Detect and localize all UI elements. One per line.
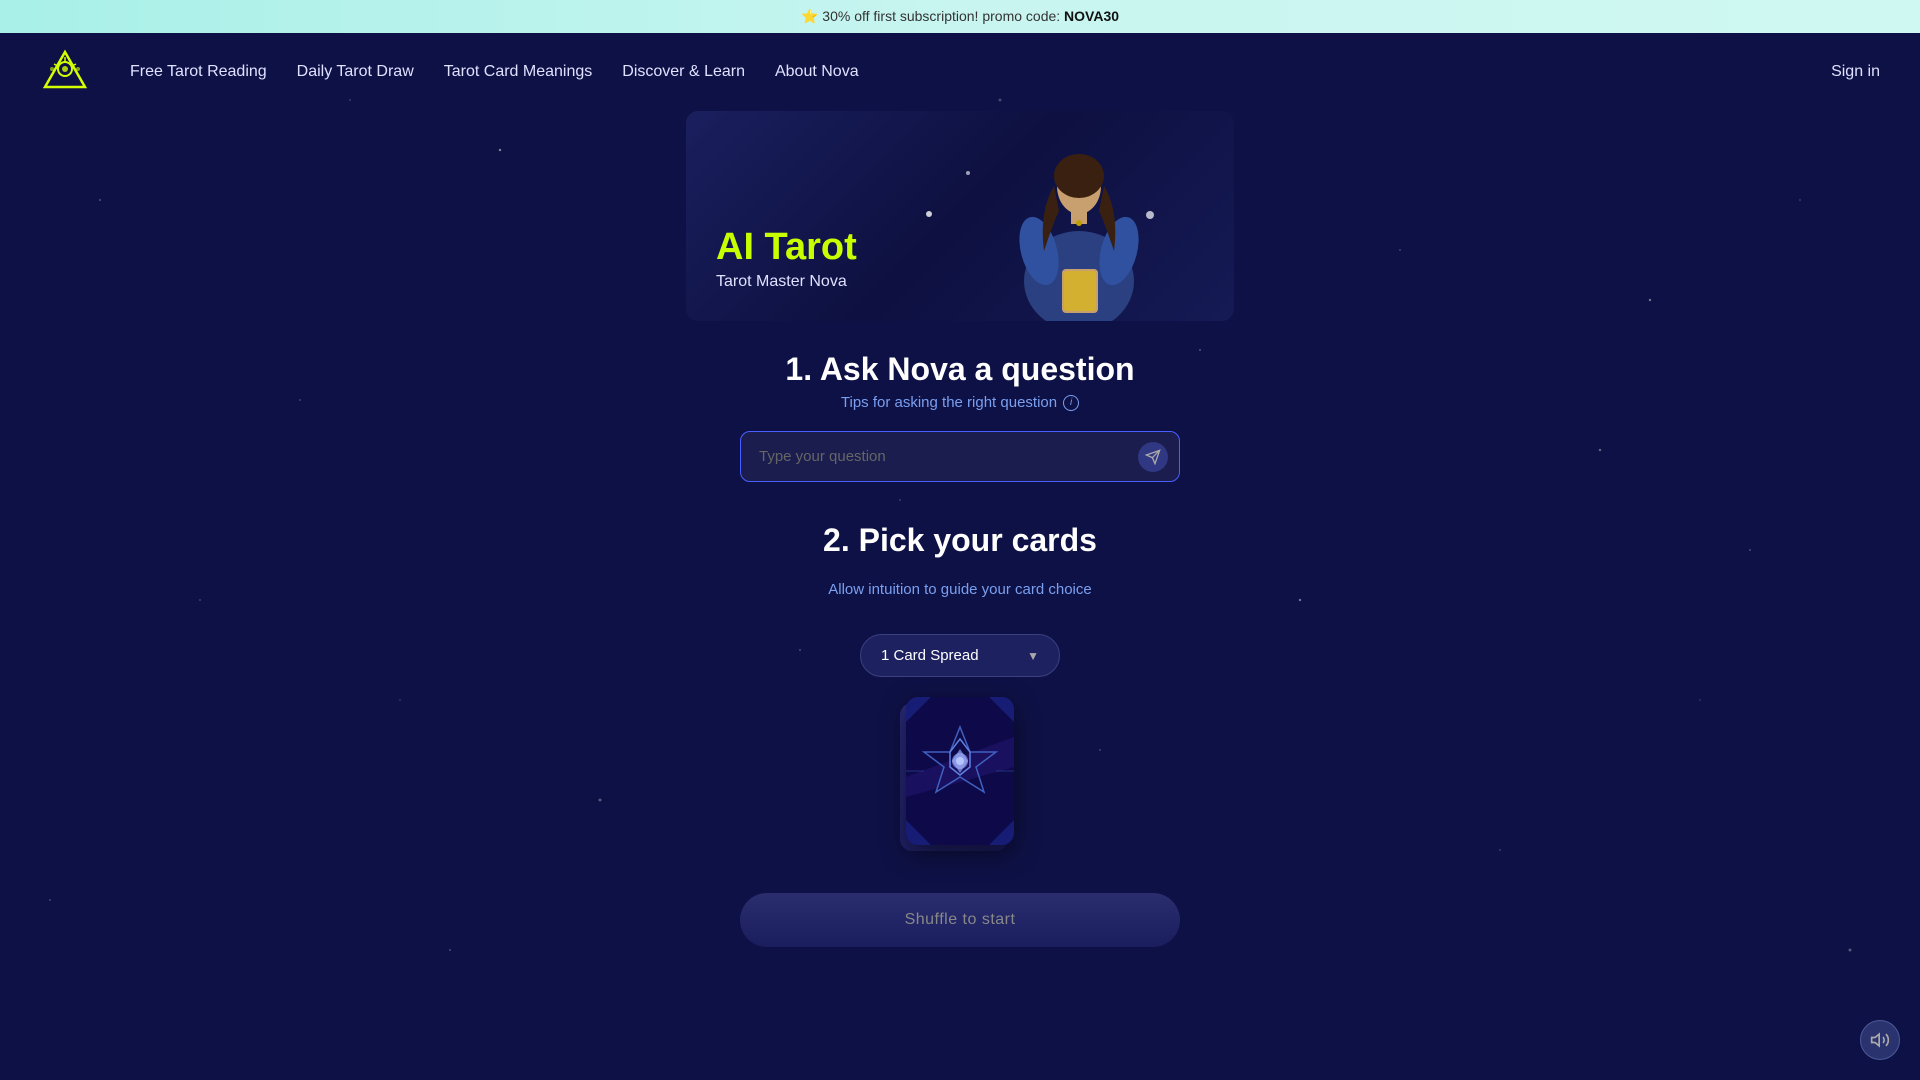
sound-icon bbox=[1870, 1030, 1890, 1050]
question-input-wrapper bbox=[740, 431, 1180, 482]
tips-text: Tips for asking the right question bbox=[841, 394, 1057, 411]
navbar: Free Tarot Reading Daily Tarot Draw Taro… bbox=[0, 33, 1920, 111]
spread-dropdown[interactable]: 1 Card Spread ▼ bbox=[860, 634, 1060, 677]
sparkle-dot-1 bbox=[926, 211, 932, 217]
step1-heading: 1. Ask Nova a question bbox=[785, 351, 1134, 388]
shuffle-button[interactable]: Shuffle to start bbox=[740, 893, 1180, 947]
promo-text: 30% off first subscription! promo code: bbox=[822, 8, 1064, 24]
hero-text: AI Tarot Tarot Master Nova bbox=[716, 227, 857, 291]
spread-label: 1 Card Spread bbox=[881, 647, 979, 664]
step2-container: 2. Pick your cards Allow intuition to gu… bbox=[740, 522, 1180, 947]
main-content: AI Tarot Tarot Master Nova 1. Ask Nova a… bbox=[0, 111, 1920, 987]
hero-banner: AI Tarot Tarot Master Nova bbox=[686, 111, 1234, 321]
tarot-card-front[interactable] bbox=[906, 697, 1014, 845]
nav-link-discover[interactable]: Discover & Learn bbox=[622, 63, 745, 81]
info-icon: i bbox=[1063, 395, 1079, 411]
sparkle-dot-2 bbox=[966, 171, 970, 175]
step1-tips[interactable]: Tips for asking the right question i bbox=[841, 394, 1079, 411]
logo-icon bbox=[40, 47, 90, 97]
nav-link-card-meanings[interactable]: Tarot Card Meanings bbox=[444, 63, 593, 81]
step2-subtext: Allow intuition to guide your card choic… bbox=[828, 581, 1091, 598]
tarot-card-art bbox=[906, 697, 1014, 845]
nav-link-free-reading[interactable]: Free Tarot Reading bbox=[130, 63, 267, 81]
logo[interactable] bbox=[40, 47, 90, 97]
promo-banner: ⭐ 30% off first subscription! promo code… bbox=[0, 0, 1920, 33]
promo-emoji: ⭐ bbox=[801, 8, 818, 24]
hero-figure bbox=[984, 121, 1174, 321]
step2-subtext-text: Allow intuition to guide your card choic… bbox=[828, 581, 1091, 598]
nav-links: Free Tarot Reading Daily Tarot Draw Taro… bbox=[130, 63, 1831, 81]
question-input[interactable] bbox=[740, 431, 1180, 482]
tarot-card-container bbox=[900, 697, 1020, 857]
step2-heading: 2. Pick your cards bbox=[823, 522, 1097, 559]
hero-subtitle: Tarot Master Nova bbox=[716, 273, 857, 291]
signin-button[interactable]: Sign in bbox=[1831, 63, 1880, 81]
promo-code: NOVA30 bbox=[1064, 8, 1119, 24]
hero-title: AI Tarot bbox=[716, 227, 857, 269]
sound-button[interactable] bbox=[1860, 1020, 1900, 1060]
send-icon bbox=[1145, 449, 1161, 465]
send-button[interactable] bbox=[1138, 442, 1168, 472]
chevron-down-icon: ▼ bbox=[1027, 649, 1039, 663]
nav-link-daily-draw[interactable]: Daily Tarot Draw bbox=[297, 63, 414, 81]
nav-link-about[interactable]: About Nova bbox=[775, 63, 859, 81]
